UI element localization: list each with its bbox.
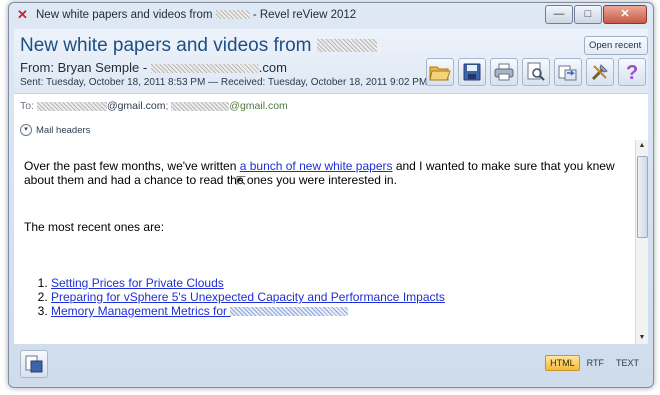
body-paragraph: Over the past few months, we've written … [24,159,615,187]
redacted-text [150,64,259,74]
format-switcher: HTML RTF TEXT [543,355,644,371]
paper-link[interactable]: Memory Management Metrics for [51,304,349,318]
scroll-up-icon[interactable]: ▲ [636,140,648,152]
scroll-down-icon[interactable]: ▼ [636,332,648,344]
print-button[interactable] [490,58,518,86]
list-item: Setting Prices for Private Clouds [51,276,624,290]
paper-link[interactable]: Setting Prices for Private Clouds [51,276,224,290]
save-icon [463,63,481,81]
list-item: Memory Management Metrics for [51,304,624,318]
app-window: ✕ New white papers and videos from - Rev… [8,2,654,388]
scrollbar-thumb[interactable] [637,156,648,238]
message-subject: New white papers and videos from [20,35,377,57]
redacted-text [215,10,250,20]
message-content: Over the past few months, we've written … [24,159,624,318]
toolbar: ? [426,58,650,86]
attachment-icon [25,355,43,373]
format-html[interactable]: HTML [545,355,580,371]
redacted-text [36,101,107,111]
folder-open-icon [429,66,451,81]
message-from: From: Bryan Semple - .com [20,60,287,75]
app-logo-icon: ✕ [17,7,28,22]
paper-link[interactable]: Preparing for vSphere 5's Unexpected Cap… [51,290,445,304]
redacted-text [171,101,230,111]
mail-headers-toggle[interactable]: ▾ Mail headers [20,124,90,136]
preview-button[interactable] [522,58,550,86]
save-button[interactable] [458,58,486,86]
white-papers-link[interactable]: a bunch of new white papers [240,159,393,173]
minimize-button[interactable]: — [545,5,573,24]
list-item: Preparing for vSphere 5's Unexpected Cap… [51,290,624,304]
status-bar: HTML RTF TEXT [14,344,648,382]
open-recent-button[interactable]: Open recent ▾ [584,36,648,68]
help-button[interactable]: ? [618,58,646,86]
redacted-text [230,307,349,317]
export-button[interactable] [554,58,582,86]
format-text[interactable]: TEXT [611,355,644,371]
print-icon [494,63,514,81]
svg-text:?: ? [626,62,638,82]
redacted-text [316,39,377,53]
message-body[interactable]: Over the past few months, we've written … [14,140,648,344]
attachments-button[interactable] [20,350,48,378]
export-icon [558,65,577,81]
papers-list: Setting Prices for Private Clouds Prepar… [24,276,624,318]
to-line: To: @gmail.com; @gmail.com [20,100,288,112]
preview-icon [527,62,545,81]
window-controls: — □ ✕ [544,5,647,24]
close-button[interactable]: ✕ [603,5,647,24]
mouse-cursor-icon: ⇱ [236,174,247,188]
help-icon: ? [626,62,638,82]
maximize-button[interactable]: □ [574,5,602,24]
recipients-panel: To: @gmail.com; @gmail.com ▾ Mail header… [14,93,648,141]
open-button[interactable] [426,58,454,86]
message-header: New white papers and videos from From: B… [14,29,648,93]
settings-button[interactable] [586,58,614,86]
window-title: New white papers and videos from - Revel… [36,9,357,21]
title-bar: ✕ New white papers and videos from - Rev… [9,3,653,29]
body-paragraph: The most recent ones are: [24,220,165,234]
chevron-down-icon: ▾ [20,124,32,136]
format-rtf[interactable]: RTF [582,355,609,371]
message-dates: Sent: Tuesday, October 18, 2011 8:53 PM … [20,77,428,88]
settings-icon [591,64,608,81]
vertical-scrollbar[interactable]: ▲ ▼ [635,140,648,344]
